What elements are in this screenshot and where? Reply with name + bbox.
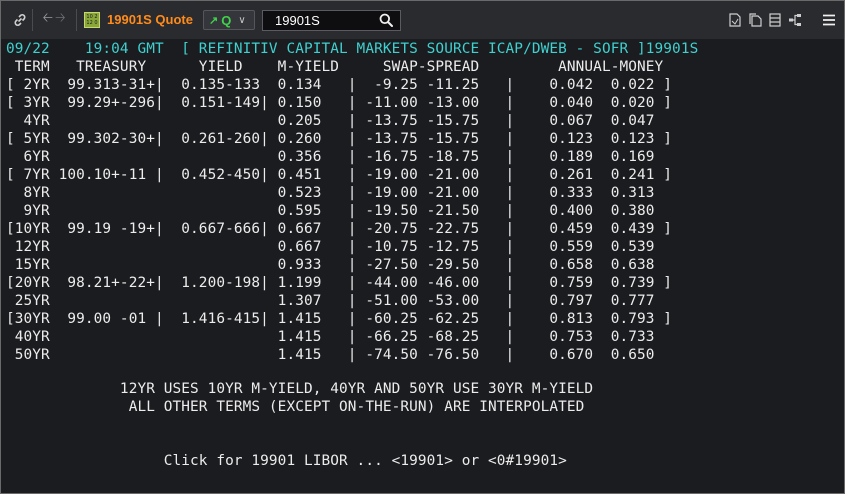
search-icon[interactable] [379,13,393,27]
table-row: 9YR 0.595 | -19.50 -21.50 | 0.400 0.380 [6,203,655,219]
note-line: ALL OTHER TERMS (EXCEPT ON-THE-RUN) ARE … [6,399,585,415]
hierarchy-icon[interactable] [787,12,803,28]
table-row: 8YR 0.523 | -19.00 -21.00 | 0.333 0.313 [6,185,655,201]
history-nav: 🡠 🡢 [39,1,71,39]
documents-icon[interactable] [747,12,763,28]
back-arrow-icon[interactable]: 🡠 [42,9,55,31]
table-row: 50YR 1.415 | -74.50 -76.50 | 0.670 0.650 [6,347,655,363]
link-icon[interactable] [11,1,29,39]
table-row: [ 3YR 99.29+-296| 0.151-149| 0.150 | -11… [6,95,673,111]
table-row: [20YR 98.21+-22+| 1.200-198| 1.199 | -44… [6,275,673,291]
chevron-down-icon: ∨ [238,14,246,26]
table-row: 15YR 0.933 | -27.50 -29.50 | 0.658 0.638 [6,257,655,273]
table-row: [ 5YR 99.302-30+| 0.261-260| 0.260 | -13… [6,131,673,147]
trend-arrow-icon: ↗ [209,14,219,27]
toolbar: 🡠 🡢 10 2 12 0 19901S Quote ↗ Q ∨ [1,1,844,40]
app-title: 19901S Quote [107,12,193,27]
column-headers: TERM TREASURY YIELD M-YIELD SWAP-SPREAD … [6,59,664,75]
table-row: 12YR 0.667 | -10.75 -12.75 | 0.559 0.539 [6,239,655,255]
quote-type-dropdown[interactable]: ↗ Q ∨ [203,10,255,30]
table-row: 6YR 0.356 | -16.75 -18.75 | 0.189 0.169 [6,149,655,165]
quote-page: 09/22 19:04 GMT [ REFINITIV CAPITAL MARK… [1,39,844,493]
note-line: 12YR USES 10YR M-YIELD, 40YR AND 50YR US… [6,381,594,397]
libor-link[interactable]: Click for 19901 LIBOR ... <19901> or <0#… [6,452,567,470]
quote-app-icon: 10 2 12 0 [84,12,100,28]
table-row: [ 2YR 99.313-31+| 0.135-133 0.134 | -9.2… [6,77,673,93]
table-row: 25YR 1.307 | -51.00 -53.00 | 0.797 0.777 [6,293,655,309]
table-row: [30YR 99.00 -01 | 1.416-415| 1.415 | -60… [6,311,673,327]
table-row: 4YR 0.205 | -13.75 -15.75 | 0.067 0.047 [6,113,655,129]
toolbar-divider [32,9,33,31]
toolbar-divider [76,9,77,31]
list-icon[interactable] [767,12,783,28]
document-icon[interactable] [727,12,743,28]
page-header-line: 09/22 19:04 GMT [ REFINITIV CAPITAL MARK… [6,41,699,57]
quote-window: 🡠 🡢 10 2 12 0 19901S Quote ↗ Q ∨ 19901S … [0,0,845,494]
forward-arrow-icon[interactable]: 🡢 [55,9,68,31]
right-toolbar [723,1,837,39]
quote-type-label: Q [221,12,232,28]
table-row: [ 7YR 100.10+-11 | 0.452-450| 0.451 | -1… [6,167,673,183]
table-row: 40YR 1.415 | -66.25 -68.25 | 0.753 0.733 [6,329,655,345]
menu-icon[interactable] [821,12,837,28]
table-row: [10YR 99.19 -19+| 0.667-666| 0.667 | -20… [6,221,673,237]
